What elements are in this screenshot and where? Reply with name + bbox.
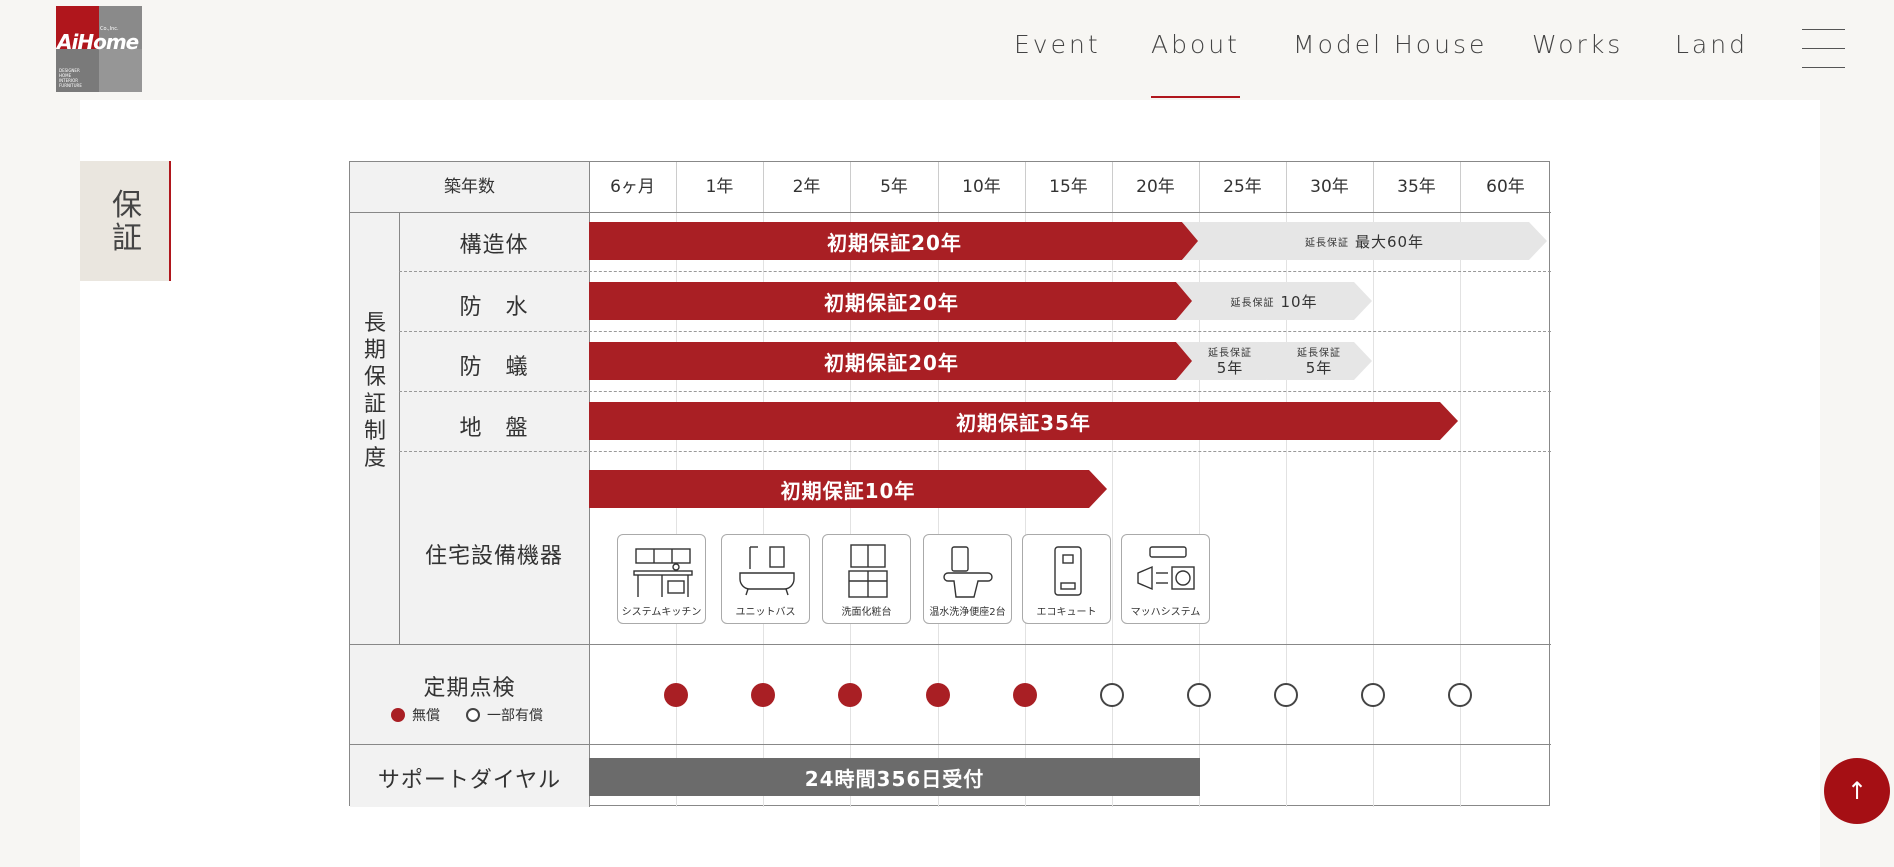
- logo-tagline: DESIGNER HOME INTERIOR FURNITURE: [59, 68, 82, 88]
- waterproof-extended-bar: 延長保証 10年: [1176, 282, 1372, 320]
- year-1: 1年: [705, 177, 734, 197]
- year-6m: 6ヶ月: [610, 177, 655, 197]
- inspection-dot-25y: [1187, 683, 1211, 707]
- row-label-structure: 構造体: [459, 233, 529, 258]
- termite-extended-bar-1: 延長保証 5年: [1176, 342, 1284, 380]
- year-20: 20年: [1136, 177, 1175, 197]
- toilet-icon: [943, 546, 993, 598]
- row-label-termite: 防 蟻: [459, 355, 529, 380]
- equipment-caption: ユニットバス: [735, 607, 796, 618]
- nav-event[interactable]: Event: [1014, 30, 1101, 59]
- row-label-inspection: 定期点検: [423, 676, 516, 701]
- legend-free-label: 無償: [412, 708, 440, 724]
- header-age-label: 築年数: [444, 177, 495, 197]
- back-to-top-button[interactable]: ↑: [1824, 758, 1890, 824]
- year-25: 25年: [1223, 177, 1262, 197]
- group-label-long-term-warranty: 長期保証制度: [363, 311, 386, 471]
- equipment-caption: マッハシステム: [1130, 607, 1201, 618]
- nav-model-house[interactable]: Model House: [1293, 30, 1487, 59]
- hamburger-menu-icon[interactable]: [1802, 29, 1845, 69]
- equipment-initial-bar: 初期保証10年: [589, 470, 1107, 508]
- kitchen-icon: [633, 548, 693, 597]
- year-2: 2年: [792, 177, 821, 197]
- vanity-icon: [848, 544, 888, 598]
- row-label-support: サポートダイヤル: [377, 768, 562, 793]
- year-35: 35年: [1397, 177, 1436, 197]
- inspection-dot-10y: [926, 683, 950, 707]
- arrow-up-icon: ↑: [1846, 777, 1868, 805]
- nav-works[interactable]: Works: [1532, 30, 1623, 59]
- equipment-vanity: 洗面化粧台: [822, 534, 911, 624]
- structure-initial-bar: 初期保証20年: [589, 222, 1200, 260]
- year-10: 10年: [962, 177, 1001, 197]
- year-5: 5年: [880, 177, 908, 197]
- warranty-table: 築年数 6ヶ月 1年 2年 5年 10年 15年 20年 25年 30年 35年…: [349, 161, 1551, 807]
- equipment-ecocute: エコキュート: [1022, 534, 1111, 624]
- equipment-mach-system: マッハシステム: [1121, 534, 1210, 624]
- structure-extended-bar: 延長保証 最大60年: [1182, 222, 1547, 260]
- equipment-caption: 洗面化粧台: [841, 607, 892, 618]
- bathtub-icon: [739, 546, 795, 596]
- aihome-logo[interactable]: AiHome Co.,Inc. DESIGNER HOME INTERIOR F…: [56, 6, 142, 92]
- year-30: 30年: [1310, 177, 1349, 197]
- section-tab-warranty[interactable]: 保証: [80, 161, 171, 281]
- logo-mark: AiHome: [57, 30, 139, 54]
- equipment-unit-bath: ユニットバス: [721, 534, 810, 624]
- legend-free-dot: [391, 708, 405, 722]
- row-label-equipment: 住宅設備機器: [424, 544, 563, 569]
- inspection-dot-35y: [1361, 683, 1385, 707]
- inspection-dot-60y: [1448, 683, 1472, 707]
- termite-initial-bar: 初期保証20年: [589, 342, 1194, 380]
- logo-company: Co.,Inc.: [100, 26, 119, 32]
- equipment-caption: システムキッチン: [621, 607, 702, 618]
- section-tab-label: 保証: [112, 188, 142, 256]
- row-label-ground: 地 盤: [459, 416, 529, 441]
- water-heater-icon: [1054, 546, 1082, 596]
- inspection-dot-20y: [1100, 683, 1124, 707]
- inspection-dot-2y: [751, 683, 775, 707]
- inspection-dot-5y: [838, 683, 862, 707]
- logo-gray-square: [99, 49, 142, 92]
- year-15: 15年: [1049, 177, 1088, 197]
- nav-about[interactable]: About: [1151, 30, 1240, 98]
- waterproof-initial-bar: 初期保証20年: [589, 282, 1194, 320]
- nav-land[interactable]: Land: [1675, 30, 1748, 59]
- legend-paid-dot: [466, 708, 480, 722]
- row-label-waterproof: 防 水: [459, 295, 529, 320]
- inspection-dot-1y: [664, 683, 688, 707]
- site-header: AiHome Co.,Inc. DESIGNER HOME INTERIOR F…: [0, 0, 1894, 100]
- legend-paid-label: 一部有償: [487, 708, 543, 724]
- ground-initial-bar: 初期保証35年: [589, 402, 1458, 440]
- equipment-system-kitchen: システムキッチン: [617, 534, 706, 624]
- inspection-dot-15y: [1013, 683, 1037, 707]
- equipment-washlet: 温水洗浄便座2台: [923, 534, 1012, 624]
- air-system-icon: [1137, 546, 1195, 591]
- support-dial-bar: 24時間356日受付: [589, 758, 1200, 796]
- equipment-caption: エコキュート: [1036, 607, 1097, 618]
- year-60: 60年: [1486, 177, 1525, 197]
- inspection-dot-30y: [1274, 683, 1298, 707]
- equipment-caption: 温水洗浄便座2台: [929, 607, 1006, 618]
